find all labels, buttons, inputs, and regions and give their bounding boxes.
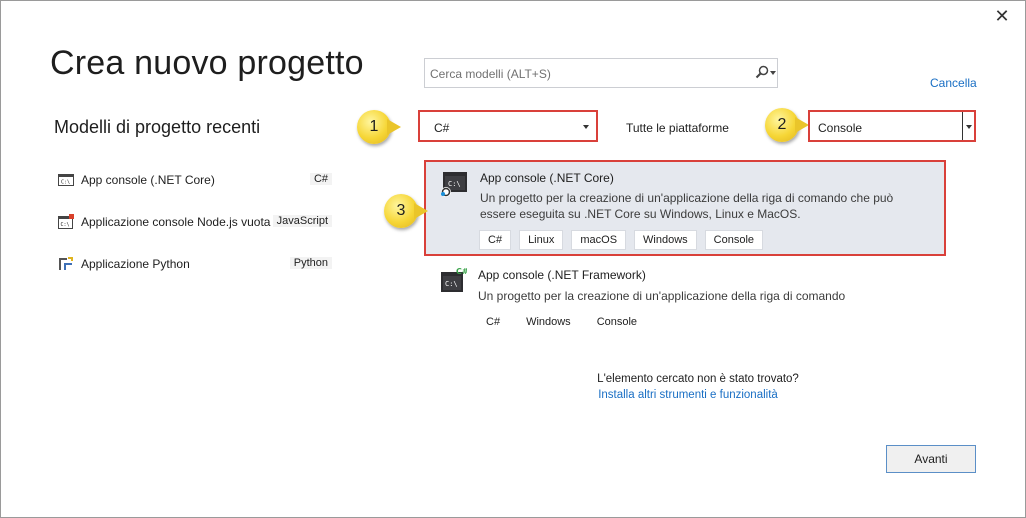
chevron-down-icon[interactable]: [770, 71, 776, 75]
python-app-icon: [59, 257, 73, 270]
tag-console: Console: [596, 316, 638, 328]
install-more-tools-link[interactable]: Installa altri strumenti e funzionalità: [585, 389, 791, 401]
template-console-framework[interactable]: C:\ C# App console (.NET Framework) Un p…: [424, 262, 946, 338]
next-button[interactable]: Avanti: [886, 445, 976, 473]
page-title: Crea nuovo progetto: [50, 44, 364, 82]
svg-text:C:\: C:\: [445, 280, 458, 288]
console-app-icon: C:\: [58, 174, 74, 186]
template-console-core[interactable]: C:\ App console (.NET Core) Un progetto …: [424, 160, 946, 256]
language-value: C#: [434, 121, 450, 135]
recent-item-label: Applicazione console Node.js vuota: [81, 215, 271, 229]
language-dropdown[interactable]: C#: [418, 110, 598, 142]
chevron-down-icon[interactable]: [966, 125, 972, 129]
tag-csharp: C#: [486, 316, 501, 328]
callout-number: 2: [777, 116, 787, 133]
search-placeholder: Cerca modelli (ALT+S): [430, 67, 551, 81]
template-description: Un progetto per la creazione di un'appli…: [480, 191, 894, 221]
dotnet-framework-console-icon: C:\ C#: [441, 267, 467, 292]
project-type-dropdown[interactable]: Console: [808, 110, 976, 142]
dropdown-divider: [962, 112, 963, 140]
callout-number: 3: [396, 202, 406, 219]
callout-tail: [387, 119, 401, 135]
search-icon[interactable]: [755, 65, 769, 79]
template-tags: C# Windows Console: [477, 312, 646, 332]
callout-number: 1: [369, 118, 379, 135]
recent-item-nodejs-console[interactable]: C:\ Applicazione console Node.js vuota J…: [58, 211, 334, 233]
callout-tail: [414, 203, 428, 219]
recent-item-label: App console (.NET Core): [81, 173, 215, 187]
project-type-value: Console: [818, 121, 863, 135]
svg-text:C:\: C:\: [61, 222, 70, 228]
tag-windows: Windows: [526, 316, 571, 328]
svg-text:C#: C#: [456, 267, 467, 276]
template-name: App console (.NET Core): [480, 171, 614, 185]
not-found-question: L'elemento cercato non è stato trovato?: [597, 373, 799, 385]
template-tags: C# Linux macOS Windows Console: [479, 230, 764, 250]
recent-item-tag: Python: [289, 257, 332, 269]
platform-dropdown[interactable]: Tutte le piattaforme: [626, 121, 729, 135]
chevron-down-icon[interactable]: [583, 125, 589, 129]
recent-item-python[interactable]: Applicazione Python Python: [58, 253, 334, 275]
dotnet-core-console-icon: C:\: [441, 172, 467, 197]
callout-tail: [795, 117, 809, 133]
svg-text:C:\: C:\: [61, 180, 70, 186]
recent-item-label: Applicazione Python: [81, 257, 190, 271]
template-description: Un progetto per la creazione di un'appli…: [478, 289, 846, 303]
recent-item-tag: JavaScript: [272, 215, 332, 227]
recent-item-console-core[interactable]: C:\ App console (.NET Core) C#: [58, 169, 334, 191]
tag-console: Console: [704, 230, 764, 250]
not-found-panel: L'elemento cercato non è stato trovato? …: [585, 358, 800, 408]
cancel-link[interactable]: Cancella: [930, 76, 977, 90]
callout-2: 2: [765, 108, 809, 142]
nodejs-console-icon: C:\: [58, 214, 74, 229]
search-input[interactable]: Cerca modelli (ALT+S): [424, 58, 778, 88]
tag-csharp: C#: [479, 230, 512, 250]
close-icon[interactable]: ✕: [992, 6, 1012, 26]
tag-linux: Linux: [519, 230, 564, 250]
svg-text:C:\: C:\: [448, 180, 461, 188]
tag-windows: Windows: [634, 230, 697, 250]
callout-1: 1: [357, 110, 401, 144]
template-name: App console (.NET Framework): [478, 268, 646, 282]
tag-macos: macOS: [571, 230, 627, 250]
recent-item-tag: C#: [309, 173, 332, 185]
recent-templates-heading: Modelli di progetto recenti: [54, 117, 261, 137]
callout-3: 3: [384, 194, 428, 228]
